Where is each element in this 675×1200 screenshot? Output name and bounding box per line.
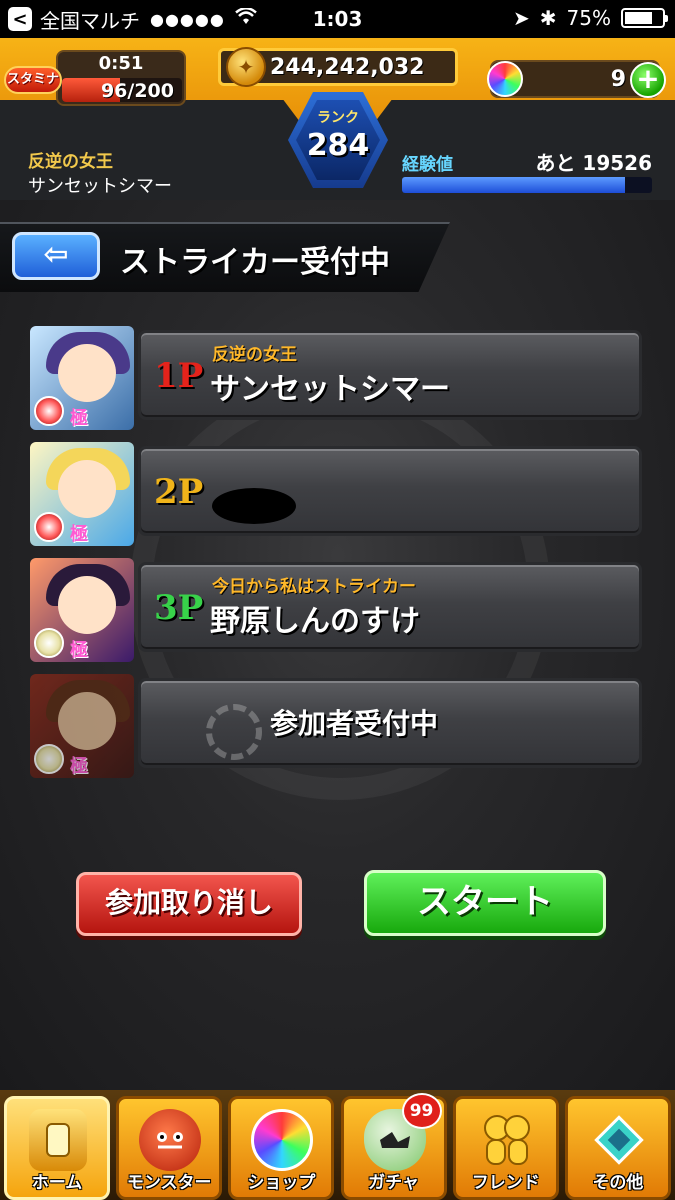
slot-number: 3P: [154, 588, 204, 628]
status-bar: < 全国マルチ ●●●●● 1:03 ➤ ✱ 75%: [0, 0, 675, 38]
light-element-icon: [34, 628, 64, 658]
nav-label: フレンド: [471, 1173, 540, 1193]
carrier-label: 全国マルチ: [40, 8, 140, 33]
shop-icon: [251, 1109, 314, 1171]
exp-remaining: あと 19526: [535, 151, 652, 175]
light-element-icon: [34, 744, 64, 774]
other-icon: [588, 1109, 650, 1171]
rank-label: ランク: [317, 110, 359, 126]
redacted-name: [212, 488, 296, 524]
slot-player-title: 反逆の女王: [212, 345, 297, 365]
rank-value: 284: [306, 128, 370, 163]
fire-element-icon: [34, 512, 64, 542]
monster-icon: [139, 1109, 202, 1171]
coin-icon: ✦: [226, 47, 266, 87]
rank-mark: 極: [70, 756, 88, 777]
player-slot-3[interactable]: 極 3P 今日から私はストライカー 野原しんのすけ: [30, 558, 642, 662]
slot-number: 2P: [154, 472, 204, 512]
rank-mark: 極: [70, 524, 88, 545]
fire-element-icon: [34, 396, 64, 426]
cancel-participation-button[interactable]: 参加取り消し: [76, 872, 302, 936]
nav-home[interactable]: ホーム: [4, 1096, 110, 1200]
stamina-value: 96/200: [100, 80, 174, 102]
avatar-face: [58, 460, 116, 518]
exp-label: 経験値: [402, 155, 453, 175]
start-button[interactable]: スタート: [364, 870, 606, 936]
back-button[interactable]: ⇦: [12, 232, 100, 280]
avatar-face: [58, 576, 116, 634]
nav-label: ショップ: [247, 1173, 316, 1193]
avatar-face: [58, 344, 116, 402]
battery-percent: 75%: [566, 6, 611, 30]
page-title: ストライカー受付中: [120, 245, 390, 280]
add-orbs-button[interactable]: +: [630, 62, 666, 98]
slot-number: 1P: [154, 356, 204, 396]
home-icon: [29, 1109, 87, 1171]
stamina-tag: スタミナ: [4, 66, 62, 94]
slot-player-title: 今日から私はストライカー: [212, 577, 416, 597]
player-title: 反逆の女王: [28, 152, 113, 172]
nav-friend[interactable]: フレンド: [452, 1096, 559, 1200]
slot-player-name: 野原しんのすけ: [210, 604, 420, 639]
bluetooth-icon: ✱: [539, 6, 557, 30]
player-slot-4[interactable]: 極 参加者受付中: [30, 674, 642, 778]
gacha-count-badge: 99: [401, 1093, 442, 1129]
bottom-nav: ホーム モンスター ショップ 99 ガチャ フレンド その他: [0, 1090, 675, 1200]
friend-icon: [476, 1109, 538, 1171]
slot-bar: [138, 446, 642, 536]
location-icon: ➤: [513, 6, 530, 30]
monster-avatar-3[interactable]: 極: [30, 558, 134, 662]
orb-count: 9: [610, 67, 626, 92]
player-name: サンセットシマー: [28, 176, 172, 197]
battery-icon: [621, 8, 668, 28]
signal-icon: ●●●●●: [150, 9, 225, 29]
loading-spinner-icon: [206, 704, 262, 760]
nav-shop[interactable]: ショップ: [228, 1096, 335, 1200]
waiting-label: 参加者受付中: [270, 707, 439, 740]
nav-gacha[interactable]: 99 ガチャ: [340, 1093, 447, 1200]
stamina-timer: 0:51: [98, 53, 144, 74]
nav-other[interactable]: その他: [564, 1096, 671, 1200]
rank-mark: 極: [70, 408, 88, 429]
player-slot-2[interactable]: 極 2P: [30, 442, 642, 546]
monster-avatar-1[interactable]: 極: [30, 326, 134, 430]
monster-avatar-4[interactable]: 極: [30, 674, 134, 778]
gold-value: 244,242,032: [270, 55, 425, 80]
player-slot-1[interactable]: 極 1P 反逆の女王 サンセットシマー: [30, 326, 642, 430]
exp-bar: [402, 177, 652, 193]
nav-label: ホーム: [31, 1173, 83, 1193]
nav-label: その他: [592, 1173, 644, 1193]
orb-icon: [487, 61, 523, 97]
slot-player-name: サンセットシマー: [210, 372, 450, 407]
nav-monster[interactable]: モンスター: [116, 1096, 223, 1200]
monster-avatar-2[interactable]: 極: [30, 442, 134, 546]
nav-label: モンスター: [126, 1173, 212, 1193]
rank-mark: 極: [70, 640, 88, 661]
back-to-app-icon[interactable]: <: [8, 7, 32, 31]
avatar-face: [58, 692, 116, 750]
wifi-icon: [235, 6, 257, 31]
nav-label: ガチャ: [368, 1173, 419, 1193]
